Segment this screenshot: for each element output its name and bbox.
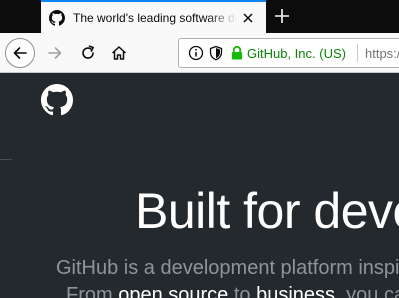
close-icon[interactable] bbox=[240, 10, 256, 26]
github-octocat-icon bbox=[49, 10, 65, 26]
page-content: Built for developers GitHub is a develop… bbox=[0, 73, 399, 298]
site-identity-label[interactable]: GitHub, Inc. (US) bbox=[247, 45, 346, 62]
arrow-left-icon bbox=[13, 47, 27, 59]
reload-button[interactable] bbox=[73, 38, 103, 68]
lock-icon[interactable] bbox=[229, 45, 245, 61]
reload-icon bbox=[82, 45, 94, 59]
url-separator bbox=[357, 44, 358, 62]
hero-text: From bbox=[66, 284, 119, 298]
back-button[interactable] bbox=[5, 38, 35, 68]
shield-icon[interactable] bbox=[208, 45, 224, 61]
hero-text: to bbox=[228, 284, 257, 298]
github-octocat-icon[interactable] bbox=[41, 84, 73, 116]
url-bar[interactable]: GitHub, Inc. (US) https://github.com/ bbox=[178, 38, 399, 68]
hero-subtitle-line-2: From open source to business, you can ho… bbox=[66, 283, 399, 298]
hero-title: Built for developers bbox=[135, 183, 399, 239]
navigation-toolbar: GitHub, Inc. (US) https://github.com/ bbox=[0, 33, 399, 73]
home-icon bbox=[111, 46, 127, 60]
info-icon[interactable] bbox=[188, 45, 204, 61]
divider bbox=[0, 159, 12, 160]
plus-icon[interactable] bbox=[272, 6, 292, 26]
open-source-link[interactable]: open source bbox=[118, 284, 228, 298]
business-link[interactable]: business bbox=[256, 284, 335, 298]
home-button[interactable] bbox=[104, 38, 134, 68]
hero-text: , you can host and review code bbox=[335, 284, 399, 298]
tab-strip: The world's leading software development… bbox=[0, 0, 399, 35]
site-header bbox=[0, 73, 399, 125]
tab-github[interactable]: The world's leading software development… bbox=[41, 0, 266, 35]
tab-title: The world's leading software development… bbox=[73, 11, 237, 25]
arrow-right-icon bbox=[48, 47, 62, 59]
url-text[interactable]: https://github.com/ bbox=[365, 45, 399, 62]
browser-window: The world's leading software development… bbox=[0, 0, 399, 298]
hero-subtitle-line-1: GitHub is a development platform inspire… bbox=[56, 257, 399, 279]
forward-button[interactable] bbox=[40, 38, 70, 68]
